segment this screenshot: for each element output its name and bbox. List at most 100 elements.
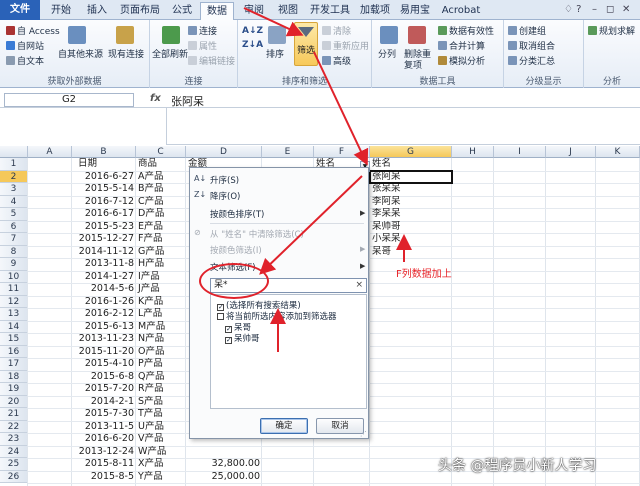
cell-product[interactable]: K产品 (136, 296, 186, 309)
text-to-columns-button[interactable]: 分列 (378, 50, 396, 61)
checkbox-checked[interactable]: ✓ (225, 337, 232, 344)
reapply-button[interactable]: 重新应用 (322, 41, 369, 53)
cell-amount[interactable]: 32,800.00 (186, 458, 262, 471)
row-header[interactable]: 19 (0, 383, 28, 396)
sort-button[interactable]: 排序 (266, 50, 284, 61)
row-header[interactable]: 7 (0, 233, 28, 246)
cell-product[interactable]: O产品 (136, 346, 186, 359)
formula-bar-expanded[interactable] (166, 108, 640, 145)
filter-button[interactable]: 筛选 (294, 22, 318, 66)
cell-date[interactable]: 2015-6-13 (72, 321, 136, 334)
cell-g-name[interactable]: 呆帅哥 (370, 221, 450, 234)
column-header-c[interactable]: C (136, 146, 186, 158)
row-header[interactable]: 9 (0, 258, 28, 271)
cell-date[interactable]: 2013-11-8 (72, 258, 136, 271)
minimize-icon[interactable]: – (592, 4, 597, 15)
tab-acrobat[interactable]: Acrobat (438, 2, 484, 20)
cell-date[interactable]: 2015-11-20 (72, 346, 136, 359)
advanced-filter-button[interactable]: 高级 (322, 56, 351, 68)
cell-g-name[interactable]: 张呆呆 (370, 183, 450, 196)
cell-product[interactable]: Q产品 (136, 371, 186, 384)
row-header[interactable]: 25 (0, 458, 28, 471)
select-all-corner[interactable] (0, 146, 28, 158)
subtotal-button[interactable]: 分类汇总 (508, 56, 555, 68)
clear-search-icon[interactable]: × (355, 279, 363, 292)
tab-developer[interactable]: 开发工具 (306, 2, 354, 20)
row-header[interactable]: 23 (0, 433, 28, 446)
row-header[interactable]: 11 (0, 283, 28, 296)
cell-date[interactable]: 2015-5-14 (72, 183, 136, 196)
formula-input[interactable]: 张阿呆 (171, 93, 204, 109)
cell-date[interactable]: 2014-2-1 (72, 396, 136, 409)
cell-date[interactable]: 2015-4-10 (72, 358, 136, 371)
column-header-j[interactable]: J (546, 146, 596, 158)
row-header[interactable]: 22 (0, 420, 28, 433)
cell-product[interactable]: R产品 (136, 383, 186, 396)
group-button[interactable]: 创建组 (508, 26, 546, 38)
sort-az-icon[interactable]: A↓Z (242, 26, 263, 37)
cell-b1[interactable]: 日期 (76, 158, 116, 171)
resize-grip-icon[interactable]: ⋰ (360, 430, 367, 438)
cell-amount[interactable]: 25,000.00 (186, 471, 262, 484)
help-icon[interactable]: ♢ ? (564, 4, 581, 15)
tab-review[interactable]: 审阅 (238, 2, 270, 20)
row-header[interactable]: 17 (0, 358, 28, 371)
cell-product[interactable]: L产品 (136, 308, 186, 321)
option-value-2[interactable]: ✓ 呆帅哥 (225, 332, 260, 344)
cell-product[interactable]: I产品 (136, 271, 186, 284)
row-header[interactable]: 2 (0, 170, 28, 183)
cell-g-name[interactable]: 李呆呆 (370, 208, 450, 221)
cell-g-name[interactable]: 李阿呆 (370, 196, 450, 209)
cell-date[interactable]: 2014-1-27 (72, 271, 136, 284)
cell-product[interactable]: J产品 (136, 283, 186, 296)
row-header[interactable]: 8 (0, 245, 28, 258)
row-header[interactable]: 12 (0, 295, 28, 308)
restore-icon[interactable]: ◻ (606, 4, 614, 15)
cell-product[interactable]: V产品 (136, 433, 186, 446)
column-header-e[interactable]: E (262, 146, 314, 158)
column-header-k[interactable]: K (596, 146, 640, 158)
row-header[interactable]: 16 (0, 345, 28, 358)
cell-product[interactable]: Y产品 (136, 471, 186, 484)
cell-date[interactable]: 2014-11-12 (72, 246, 136, 259)
cell-product[interactable]: A产品 (136, 171, 186, 184)
data-validation-button[interactable]: 数据有效性 (438, 26, 494, 38)
column-header-h[interactable]: H (452, 146, 494, 158)
from-access-button[interactable]: 自 Access (6, 26, 60, 38)
cell-g1[interactable]: 姓名 (370, 158, 450, 171)
tab-file[interactable]: 文件 (0, 0, 40, 20)
cell-product[interactable]: E产品 (136, 221, 186, 234)
row-header[interactable]: 21 (0, 408, 28, 421)
sort-za-icon[interactable]: Z↓A (242, 40, 263, 51)
close-icon[interactable]: ✕ (622, 4, 630, 15)
row-header[interactable]: 1 (0, 158, 28, 171)
sort-descending-item[interactable]: 降序(O) (210, 190, 240, 202)
cell-date[interactable]: 2015-7-20 (72, 383, 136, 396)
from-text-button[interactable]: 自文本 (6, 56, 44, 68)
cell-product[interactable]: H产品 (136, 258, 186, 271)
cell-date[interactable]: 2016-6-17 (72, 208, 136, 221)
row-header[interactable]: 26 (0, 470, 28, 483)
solver-button[interactable]: 规划求解 (588, 26, 635, 38)
active-cell-g2[interactable] (369, 170, 453, 184)
filter-by-color-item[interactable]: 按颜色筛选(I) (210, 244, 262, 256)
row-header[interactable]: 14 (0, 320, 28, 333)
row-header[interactable]: 3 (0, 183, 28, 196)
row-header[interactable]: 13 (0, 308, 28, 321)
column-header-f[interactable]: F (314, 146, 370, 158)
row-header[interactable]: 6 (0, 220, 28, 233)
tab-data[interactable]: 数据 (200, 2, 234, 21)
cell-product[interactable]: F产品 (136, 233, 186, 246)
column-header-d[interactable]: D (186, 146, 262, 158)
remove-duplicates-button[interactable]: 删除重复项 (404, 50, 434, 72)
connections-button[interactable]: 连接 (188, 26, 217, 38)
cell-product[interactable]: X产品 (136, 458, 186, 471)
checkbox-unchecked[interactable] (217, 313, 224, 320)
cell-date[interactable]: 2016-2-12 (72, 308, 136, 321)
tab-insert[interactable]: 插入 (80, 2, 114, 20)
cell-date[interactable]: 2013-11-23 (72, 333, 136, 346)
column-header-g[interactable]: G (370, 146, 452, 158)
cell-product[interactable]: B产品 (136, 183, 186, 196)
cell-product[interactable]: T产品 (136, 408, 186, 421)
what-if-button[interactable]: 模拟分析 (438, 56, 485, 68)
